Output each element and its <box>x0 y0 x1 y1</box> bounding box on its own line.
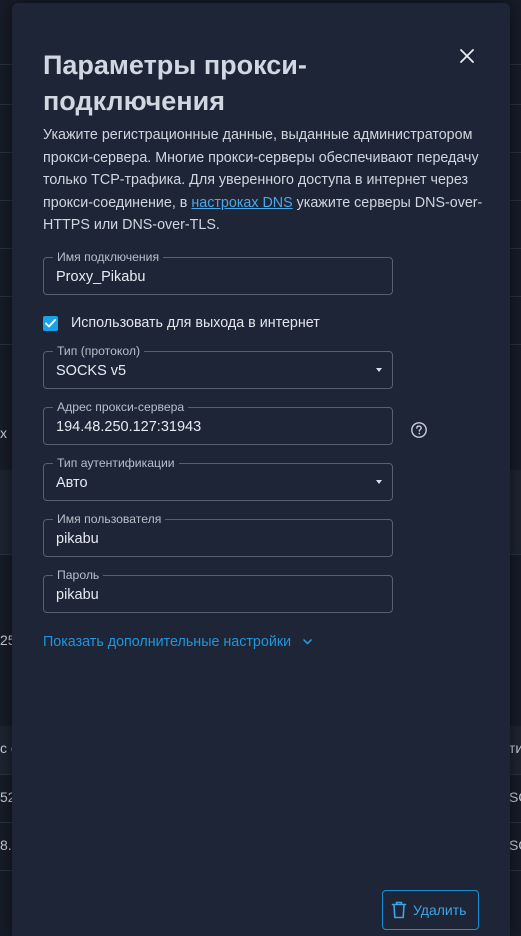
connection-name-label: Имя подключения <box>53 250 164 265</box>
auth-type-label: Тип аутентификации <box>53 456 179 471</box>
help-button[interactable] <box>410 421 428 439</box>
dns-settings-link[interactable]: настроках DNS <box>191 195 292 211</box>
password-field[interactable]: Пароль pikabu <box>43 568 393 613</box>
server-address-value: 194.48.250.127:31943 <box>56 419 202 435</box>
bg-text-fragment: ти <box>509 740 521 756</box>
dropdown-arrow-icon <box>376 480 382 484</box>
server-address-field[interactable]: Адрес прокси-сервера 194.48.250.127:3194… <box>43 400 393 445</box>
password-label: Пароль <box>53 568 104 583</box>
question-circle-icon <box>411 422 427 438</box>
use-for-internet-checkbox[interactable]: Использовать для выхода в интернет <box>43 315 320 331</box>
close-icon <box>460 49 474 63</box>
chevron-down-icon <box>303 639 312 645</box>
checkmark-icon <box>45 318 56 327</box>
bg-text-fragment: SO <box>509 837 521 853</box>
dropdown-arrow-icon <box>376 368 382 372</box>
username-field[interactable]: Имя пользователя pikabu <box>43 512 393 557</box>
delete-button[interactable]: Удалить <box>382 890 479 930</box>
auth-type-select[interactable]: Тип аутентификации Авто <box>43 456 393 501</box>
checkbox-box[interactable] <box>43 315 58 331</box>
show-advanced-settings-link[interactable]: Показать дополнительные настройки <box>43 634 312 650</box>
password-value: pikabu <box>56 587 99 603</box>
protocol-select[interactable]: Тип (протокол) SOCKS v5 <box>43 344 393 389</box>
server-address-label: Адрес прокси-сервера <box>53 400 189 415</box>
protocol-value: SOCKS v5 <box>56 363 127 379</box>
bg-text-fragment: SO <box>509 789 521 805</box>
proxy-settings-dialog: Параметры прокси-подключения Укажите рег… <box>12 3 510 936</box>
protocol-label: Тип (протокол) <box>53 344 145 359</box>
trash-icon <box>391 901 407 919</box>
connection-name-value: Proxy_Pikabu <box>56 269 146 285</box>
delete-label: Удалить <box>413 902 467 918</box>
username-label: Имя пользователя <box>53 512 166 527</box>
username-value: pikabu <box>56 531 99 547</box>
use-for-internet-label: Использовать для выхода в интернет <box>71 315 320 331</box>
dialog-description: Укажите регистрационные данные, выданные… <box>43 124 483 237</box>
auth-type-value: Авто <box>56 475 88 491</box>
connection-name-field[interactable]: Имя подключения Proxy_Pikabu <box>43 250 393 295</box>
dialog-title: Параметры прокси-подключения <box>43 50 307 116</box>
close-button[interactable] <box>454 43 480 69</box>
advanced-settings-label: Показать дополнительные настройки <box>43 634 292 650</box>
